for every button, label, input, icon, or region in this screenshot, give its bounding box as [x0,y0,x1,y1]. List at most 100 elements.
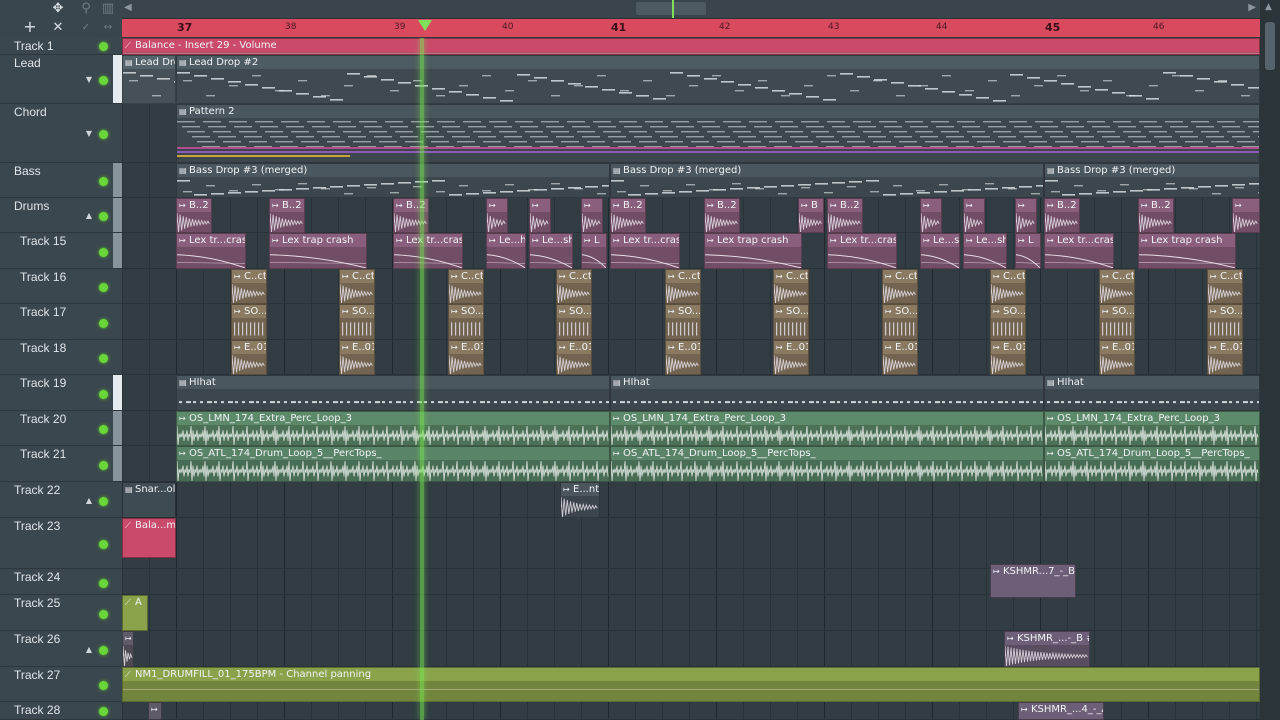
playlist-clip[interactable]: ↦E..01 [556,340,592,375]
mute-toggle[interactable] [99,461,108,470]
track-header[interactable]: Track 26 ▲ [0,631,122,667]
playlist-clip[interactable]: ▤ Snar...oll [122,482,176,518]
scrollbar-thumb[interactable] [636,2,706,15]
resize-icon[interactable]: ↔ [100,21,116,37]
playlist-clip[interactable]: ▤ HIhat [176,375,610,411]
playlist-clip[interactable]: ↦ B..2 [827,198,863,233]
mute-toggle[interactable] [99,354,108,363]
mute-toggle[interactable] [99,283,108,292]
playlist-clip[interactable]: ↦Lex tr...crash [827,233,897,269]
playlist-clip[interactable]: ▤ Bass Drop #3 (merged) [610,163,1044,198]
playlist-clip[interactable]: ▤Lead Dro [122,55,176,104]
playlist-clip[interactable]: ↦KSHMR_...-_B #2 [1004,631,1090,667]
magnet-icon[interactable]: ⚲ [78,2,94,18]
vertical-scrollbar-thumb[interactable] [1265,22,1275,70]
track-header[interactable]: Track 18 [0,340,122,375]
playlist-clip[interactable]: ▤ HIhat [1044,375,1260,411]
playlist-clip[interactable]: ↦ B [798,198,824,233]
playlist-clip[interactable]: ▤ Lead Drop #2 [176,55,1260,104]
track-group-toggle-icon[interactable]: ▼ [86,129,92,138]
playlist-clip[interactable]: ↦ C..ct [1207,269,1243,304]
mute-toggle[interactable] [99,497,108,506]
playlist-clip[interactable]: ↦E..01 [448,340,484,375]
playlist-clip[interactable]: ↦ C..ct [448,269,484,304]
playlist-clip[interactable]: ↦ E...nt [560,482,600,518]
mute-toggle[interactable] [99,390,108,399]
playlist-clip[interactable]: ⟋Bala...me [122,518,176,558]
playlist-clip[interactable]: ⟋ A [122,595,148,631]
playlist-clip[interactable]: ↦ B..2 [1044,198,1080,233]
playlist-clip[interactable]: ↦ C..ct [231,269,267,304]
mute-toggle[interactable] [99,425,108,434]
track-header[interactable]: Track 23 [0,518,122,569]
playlist-clip[interactable]: ↦ OS_LMN_174_Extra_Perc_Loop_3 [610,411,1044,446]
playlist-clip[interactable]: ↦ KSHMR...7_-_B [990,564,1076,598]
playlist-clip[interactable]: ▤ HIhat [610,375,1044,411]
track-header[interactable]: Track 24 [0,569,122,595]
track-group-toggle-icon[interactable]: ▲ [86,496,92,505]
timeline-ruler[interactable]: 37 38 39 40 41 42 43 44 45 46 [122,19,1260,37]
playlist-clip[interactable]: ↦ C..ct [1099,269,1135,304]
playlist-clip[interactable]: ↦ L [581,233,607,269]
playlist-clip[interactable]: ↦SO...y [665,304,701,340]
mute-toggle[interactable] [99,76,108,85]
track-header[interactable]: Track 20 [0,411,122,446]
track-header[interactable]: Track 15 [0,233,122,269]
playlist-clip[interactable]: ↦ Le...h [486,233,526,269]
track-header[interactable]: Track 19 [0,375,122,411]
track-header[interactable]: Lead ▼ [0,55,122,104]
playlist-clip[interactable]: ↦ B..2 [610,198,646,233]
playlist-clip[interactable]: ↦ C..ct [773,269,809,304]
playlist-clip[interactable]: ↦ [581,198,603,233]
mute-toggle[interactable] [99,540,108,549]
playlist-clip[interactable]: ↦E..01 [665,340,701,375]
playlist-clip[interactable]: ↦Lex tr...crash [1044,233,1114,269]
track-header[interactable]: Chord ▼ [0,104,122,163]
playlist-clip[interactable]: ↦ [148,702,162,720]
track-header[interactable]: Track 28 [0,702,122,720]
playlist-clip[interactable]: ⟋ NM1_DRUMFILL_01_175BPM - Channel pannin… [122,667,1260,702]
playlist-grid[interactable]: ⟋Balance - Insert 29 - Volume▤Lead Dro▤L… [122,38,1260,720]
snap-icon[interactable]: ▥ [100,2,116,18]
playlist-clip[interactable]: ↦ C..ct [339,269,375,304]
playlist-clip[interactable]: ↦ [486,198,508,233]
playlist-clip[interactable]: ↦E..01 [773,340,809,375]
track-header[interactable]: Track 17 [0,304,122,340]
playlist-clip[interactable]: ↦ [1015,198,1037,233]
playlist-clip[interactable]: ↦ OS_ATL_174_Drum_Loop_5__PercTops_ [1044,446,1260,482]
track-group-toggle-icon[interactable]: ▲ [86,645,92,654]
mute-toggle[interactable] [99,707,108,716]
scroll-left-icon[interactable]: ◀ [124,2,132,13]
playlist-clip[interactable]: ↦ Lex trap crash [704,233,802,269]
playlist-clip[interactable]: ↦ L [1015,233,1041,269]
playlist-clip[interactable]: ▤ Bass Drop #3 (merged) [176,163,610,198]
mute-toggle[interactable] [99,212,108,221]
horizontal-scrollbar[interactable]: ◀ ▶ [122,0,1260,19]
track-group-toggle-icon[interactable]: ▲ [86,211,92,220]
vertical-scrollbar[interactable]: ▲ [1260,0,1280,720]
playlist-clip[interactable]: ↦ B..2 [176,198,212,233]
playlist-clip[interactable]: ↦ Lex trap crash [269,233,367,269]
playlist-clip[interactable]: ↦ B..2 [704,198,740,233]
check-icon[interactable]: ✓ [78,21,94,37]
mute-toggle[interactable] [99,579,108,588]
playlist-clip[interactable]: ↦SO...y [339,304,375,340]
playlist-clip[interactable]: ↦ B..2 [1138,198,1174,233]
playlist-clip[interactable]: ↦E..01 [1099,340,1135,375]
playlist-clip[interactable]: ↦ [1232,198,1260,233]
playlist-clip[interactable]: ↦Le...sh [529,233,573,269]
playlist-clip[interactable]: ↦ OS_LMN_174_Extra_Perc_Loop_3 [1044,411,1260,446]
track-header[interactable]: Track 21 [0,446,122,482]
mute-toggle[interactable] [99,319,108,328]
track-lane[interactable] [122,569,1260,595]
playlist-clip[interactable]: ↦SO...y [882,304,918,340]
playlist-clip[interactable]: ↦ C..ct [556,269,592,304]
mute-toggle[interactable] [99,610,108,619]
mute-toggle[interactable] [99,130,108,139]
playlist-clip[interactable]: ↦ B..2 [269,198,305,233]
playlist-clip[interactable]: ↦ [920,198,942,233]
playlist-clip[interactable]: ↦ OS_ATL_174_Drum_Loop_5__PercTops_ [176,446,610,482]
playlist-clip[interactable]: ↦Lex tr...crash [610,233,680,269]
playlist-clip[interactable]: ↦ Lex trap crash [1138,233,1236,269]
playlist-clip[interactable]: ↦ [529,198,551,233]
